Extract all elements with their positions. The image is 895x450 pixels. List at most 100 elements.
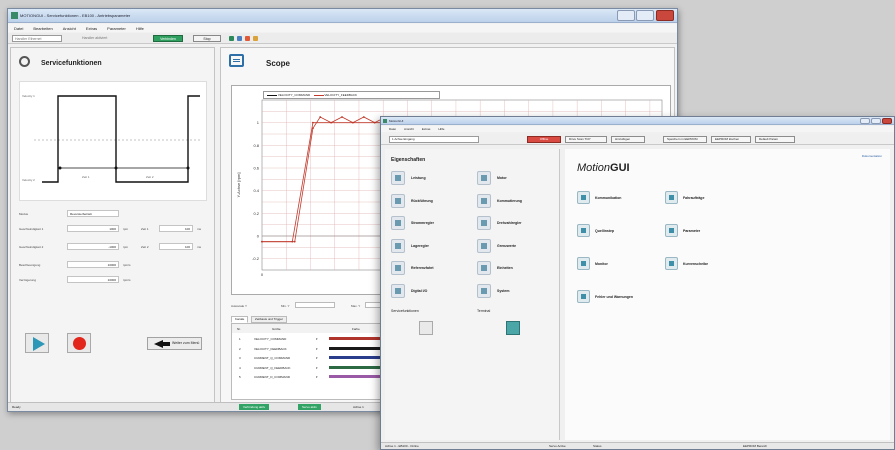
channel-name[interactable]: VELOCITY_FEEDBACK bbox=[254, 347, 287, 351]
prop-einheiten-icon bbox=[477, 261, 491, 275]
channel-name[interactable]: CURRENT_Q_COMMAND bbox=[254, 356, 290, 360]
y-axis-label: Y-Achse [rpm] bbox=[236, 173, 241, 198]
prop-grenzwerte-label: Grenzwerte bbox=[497, 243, 517, 248]
stop-button[interactable]: Stop bbox=[193, 35, 221, 42]
clear-eeprom-button[interactable]: EEPROM löschen bbox=[711, 136, 751, 143]
channel-nr: 4 bbox=[239, 365, 241, 370]
next-menu-button[interactable]: Weiter zum Menü bbox=[147, 337, 202, 350]
terminal-button[interactable] bbox=[506, 321, 520, 335]
minimize-button[interactable] bbox=[617, 10, 635, 21]
channel-name[interactable]: CURRENT_D_COMMAND bbox=[254, 375, 290, 379]
terminal-label: Terminal bbox=[477, 309, 491, 313]
menu-bearbeiten[interactable]: Bearbeiten bbox=[33, 26, 52, 31]
maximize-button[interactable] bbox=[636, 10, 654, 21]
header-size: Größe bbox=[272, 327, 281, 331]
velocity-profile-graph bbox=[34, 95, 200, 183]
speed2-input[interactable]: -1000 bbox=[67, 243, 119, 250]
save-icon[interactable] bbox=[229, 36, 234, 41]
main-quellinstep[interactable]: Quellinstep bbox=[577, 224, 667, 238]
legend-swatch-2 bbox=[313, 94, 324, 96]
save-eeprom-button[interactable]: Speichern in EEPROM bbox=[663, 136, 707, 143]
decel-input[interactable]: 10000 bbox=[67, 276, 119, 283]
prop-system-icon bbox=[477, 283, 491, 298]
handler-checkbox[interactable]: Handler aktiviert bbox=[80, 35, 120, 42]
warning-icon[interactable] bbox=[245, 36, 250, 41]
mode-select[interactable]: Reversierbetrieb bbox=[67, 210, 119, 217]
motiongui-minimize-button[interactable] bbox=[860, 118, 870, 124]
axis-combo[interactable]: 1 Achse Eingang bbox=[389, 136, 479, 143]
chevron-down-icon[interactable]: ▾ bbox=[316, 356, 318, 360]
series-2-point bbox=[330, 121, 332, 124]
service-panel: Servicefunktionen Velocity 1 Velocity 2 … bbox=[10, 47, 215, 404]
menu-datei-front[interactable]: Datei bbox=[389, 127, 396, 131]
prop-grenzwerte[interactable]: Grenzwerte bbox=[477, 238, 557, 253]
main-fahrauftr-ge-icon bbox=[665, 191, 678, 204]
main-parameter[interactable]: Parameter bbox=[665, 224, 755, 238]
prop-digital-i-o-icon bbox=[391, 283, 405, 298]
velocity-profile: Velocity 1 Velocity 2 Zeit 1 Zeit 2 bbox=[19, 81, 207, 201]
start-button[interactable] bbox=[25, 333, 49, 353]
prop-r-ckf-hrung[interactable]: Rückführung bbox=[391, 193, 471, 208]
y-tick-label: 0.6 bbox=[253, 166, 259, 171]
main-fehler-und-warnungen[interactable]: Fehler und Warnungen bbox=[577, 290, 667, 304]
chevron-down-icon[interactable]: ▾ bbox=[316, 337, 318, 341]
prop-system[interactable]: System bbox=[477, 283, 557, 298]
prop-referenzfahrt[interactable]: Referenzfahrt bbox=[391, 261, 471, 275]
menu-extras[interactable]: Extras bbox=[86, 26, 97, 31]
time2-input[interactable]: 100 bbox=[159, 243, 193, 250]
main-kommunikation[interactable]: Kommunikation bbox=[577, 191, 667, 205]
series-2-point bbox=[319, 116, 322, 118]
channel-name[interactable]: VELOCITY_COMMAND bbox=[254, 337, 286, 341]
chevron-down-icon[interactable]: ▾ bbox=[316, 375, 318, 379]
prop-strommregler[interactable]: Strommregler bbox=[391, 216, 471, 230]
help-link[interactable]: Dokumentation bbox=[862, 154, 882, 158]
time1-input[interactable]: 100 bbox=[159, 225, 193, 232]
record-button[interactable] bbox=[67, 333, 91, 353]
scope-legend: VELOCITY_COMMAND VELOCITY_FEEDBACK bbox=[263, 91, 440, 99]
speed2-unit: rpm bbox=[123, 245, 129, 249]
chevron-down-icon[interactable]: ▾ bbox=[316, 347, 318, 351]
prop-kommutierung[interactable]: Kommutierung bbox=[477, 193, 557, 208]
motiongui-maximize-button[interactable] bbox=[871, 118, 881, 124]
chevron-down-icon[interactable]: ▾ bbox=[316, 366, 318, 370]
refresh-icon[interactable] bbox=[237, 36, 242, 41]
min-y-input[interactable] bbox=[295, 302, 335, 308]
prop-leistung[interactable]: Leistung bbox=[391, 171, 471, 185]
speed1-row: Geschwindigkeit 1 1000 rpm Zeit 1 100 ms bbox=[19, 225, 209, 233]
autoscale-checkbox[interactable]: Autoscale Y bbox=[231, 304, 247, 308]
main-fahrauftr-ge[interactable]: Fahraufträge bbox=[665, 191, 755, 205]
channel-name[interactable]: CURRENT_Q_FEEDBACK bbox=[254, 366, 291, 370]
series-2-point bbox=[261, 240, 263, 243]
menu-ansicht-front[interactable]: Ansicht bbox=[404, 127, 414, 131]
speed1-input[interactable]: 1000 bbox=[67, 225, 119, 232]
status-axis: Achse 1 bbox=[353, 405, 364, 409]
prop-motor[interactable]: Motor bbox=[477, 171, 557, 185]
tab-timebase[interactable]: Zeitbasis und Trigger bbox=[251, 316, 288, 323]
close-button[interactable] bbox=[656, 10, 674, 21]
menu-ansicht[interactable]: Ansicht bbox=[63, 26, 76, 31]
accel-input[interactable]: 10000 bbox=[67, 261, 119, 268]
time2-label: Zeit 2 bbox=[146, 175, 154, 179]
connect-button[interactable]: Verbinden bbox=[153, 35, 183, 42]
play-icon bbox=[33, 337, 45, 351]
prop-drehzahlregler[interactable]: Drehzahlregler bbox=[477, 216, 557, 230]
menu-extras-front[interactable]: Extras bbox=[422, 127, 431, 131]
settings-icon[interactable] bbox=[253, 36, 258, 41]
drive-scan-button[interactable]: Drive Scan TCP bbox=[565, 136, 607, 143]
main-monitor[interactable]: Monitor bbox=[577, 257, 667, 271]
main-kurvenscheibe[interactable]: Kurvenscheibe bbox=[665, 257, 755, 271]
offline-button[interactable]: Offline bbox=[527, 136, 561, 143]
default-param-button[interactable]: Default Param bbox=[755, 136, 795, 143]
service-functions-button[interactable] bbox=[419, 321, 433, 335]
add-button[interactable]: Hinzufügen bbox=[611, 136, 645, 143]
prop-einheiten[interactable]: Einheiten bbox=[477, 261, 557, 275]
menu-hilfe[interactable]: Hilfe bbox=[136, 26, 144, 31]
tab-channels[interactable]: Kanäle bbox=[231, 316, 249, 323]
handler-combo[interactable]: Handler Ethernet bbox=[12, 35, 62, 42]
menu-hilfe-front[interactable]: Hilfe bbox=[438, 127, 444, 131]
prop-lageregler[interactable]: Lageregler bbox=[391, 238, 471, 253]
prop-digital-i-o[interactable]: Digital I/O bbox=[391, 283, 471, 298]
menu-datei[interactable]: Datei bbox=[14, 26, 23, 31]
motiongui-close-button[interactable] bbox=[882, 118, 892, 124]
menu-parameter[interactable]: Parameter bbox=[107, 26, 126, 31]
